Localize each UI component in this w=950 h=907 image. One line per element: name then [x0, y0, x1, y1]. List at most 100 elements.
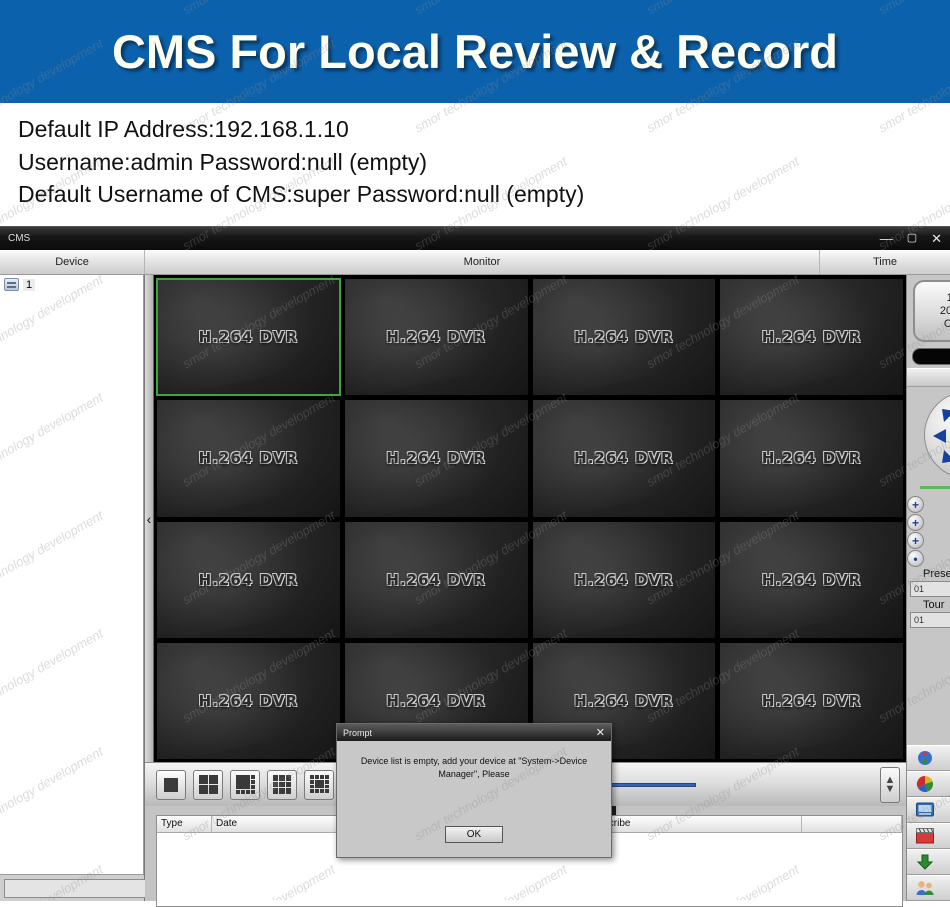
video-tile-label: H.264 DVR: [386, 692, 485, 710]
ptz-row-zoom: +Zoom−: [907, 496, 950, 513]
video-tile[interactable]: H.264 DVR: [156, 278, 341, 396]
cms-window: CMS — ▢ ✕ Device Monitor Time 1: [0, 226, 950, 900]
video-tile[interactable]: H.264 DVR: [344, 278, 529, 396]
menu-item-label: Advance: [941, 856, 950, 868]
info-block: Default IP Address:192.168.1.10 Username…: [0, 103, 950, 225]
preset-select[interactable]: 01: [910, 581, 950, 597]
tour-select[interactable]: 01: [910, 612, 950, 628]
video-tile[interactable]: H.264 DVR: [719, 399, 904, 517]
header-monitor: Monitor: [145, 250, 820, 274]
dialog-ok-button[interactable]: OK: [445, 826, 503, 843]
users-icon: [915, 879, 935, 897]
ptz-joystick[interactable]: [924, 391, 950, 479]
info-line-ip: Default IP Address:192.168.1.10: [18, 113, 950, 146]
page-title: CMS For Local Review & Record: [112, 24, 838, 79]
video-tile-label: H.264 DVR: [574, 692, 673, 710]
video-tile-label: H.264 DVR: [574, 449, 673, 467]
header-time: Time: [820, 250, 950, 274]
clock-box: 19:02:16 2017-12-08 CPU : 6%: [913, 280, 950, 342]
layout-4-button[interactable]: [193, 770, 223, 800]
header-device: Device: [0, 250, 145, 274]
section-header-bar: Device Monitor Time: [0, 250, 950, 275]
prompt-dialog: Prompt ✕ Device list is empty, add your …: [336, 723, 612, 858]
window-titlebar: CMS — ▢ ✕: [0, 227, 950, 250]
ptz-row-iris: +Iris−: [907, 532, 950, 549]
page-banner: CMS For Local Review & Record: [0, 0, 950, 103]
ptz-speed-filled: [920, 486, 950, 489]
video-tile[interactable]: H.264 DVR: [532, 521, 717, 639]
device-tree[interactable]: 1: [0, 275, 144, 875]
layout-13-button[interactable]: [304, 770, 334, 800]
preset-label: Preset: [909, 568, 950, 580]
dialog-close-icon[interactable]: ✕: [596, 726, 605, 739]
video-tile-label: H.264 DVR: [762, 692, 861, 710]
video-tile-label: H.264 DVR: [386, 571, 485, 589]
status-message-bar: [912, 348, 950, 365]
ptz-speed-slider[interactable]: [920, 484, 950, 491]
window-title: CMS: [0, 233, 30, 244]
ptz-row-focus: +Focus−: [907, 514, 950, 531]
menu-item-color[interactable]: Color: [907, 771, 950, 797]
log-column-header[interactable]: [802, 816, 902, 832]
close-icon[interactable]: ✕: [931, 232, 942, 245]
menu-item-label: System: [941, 804, 950, 816]
device-search-bar: [0, 875, 144, 901]
clapperboard-icon: [915, 827, 935, 845]
video-tile[interactable]: H.264 DVR: [156, 521, 341, 639]
iris-increase-button[interactable]: +: [907, 532, 924, 549]
video-tile[interactable]: H.264 DVR: [156, 399, 341, 517]
dialog-titlebar: Prompt ✕: [337, 724, 611, 741]
video-tile-label: H.264 DVR: [574, 328, 673, 346]
video-tile-label: H.264 DVR: [762, 328, 861, 346]
video-tile[interactable]: H.264 DVR: [719, 642, 904, 760]
video-tile[interactable]: H.264 DVR: [532, 278, 717, 396]
dialog-title: Prompt: [343, 728, 372, 738]
color-wheel-icon: [915, 775, 935, 793]
ptz-row-pan: •Pan•: [907, 550, 950, 567]
page-updown-button[interactable]: ▲ ▼: [880, 767, 900, 803]
maximize-icon[interactable]: ▢: [907, 233, 917, 244]
layout-6-button[interactable]: [230, 770, 260, 800]
video-tile[interactable]: H.264 DVR: [532, 399, 717, 517]
device-tree-node[interactable]: 1: [0, 275, 143, 294]
video-tile[interactable]: H.264 DVR: [344, 521, 529, 639]
tour-row: 01 ▶ ■ ▦: [907, 611, 950, 629]
video-tile[interactable]: H.264 DVR: [156, 642, 341, 760]
menu-item-ptz[interactable]: PTZ: [907, 745, 950, 771]
ptz-controls: +Zoom−+Focus−+Iris−•Pan• Preset 01 + − T…: [907, 387, 950, 630]
zoom-increase-button[interactable]: +: [907, 496, 924, 513]
minimize-icon[interactable]: —: [880, 232, 893, 245]
zoom-label: Zoom: [930, 499, 950, 511]
ptz-icon: [915, 749, 935, 767]
menu-item-logout[interactable]: LogOut: [907, 875, 950, 901]
pan-increase-button[interactable]: •: [907, 550, 924, 567]
video-tile-label: H.264 DVR: [199, 571, 298, 589]
video-tile[interactable]: H.264 DVR: [344, 399, 529, 517]
device-tree-node-label: 1: [23, 279, 35, 291]
layout-1-button[interactable]: [156, 770, 186, 800]
info-line-credentials: Username:admin Password:null (empty): [18, 146, 950, 179]
focus-increase-button[interactable]: +: [907, 514, 924, 531]
log-column-header[interactable]: Type: [157, 816, 212, 832]
preset-row: 01 + −: [907, 580, 950, 598]
ptz-upleft-icon: [942, 409, 950, 422]
video-tile-label: H.264 DVR: [199, 328, 298, 346]
focus-label: Focus: [930, 517, 950, 529]
video-tile[interactable]: H.264 DVR: [719, 278, 904, 396]
clock-time: 19:02:16: [947, 292, 950, 304]
log-column-header[interactable]: Date: [212, 816, 337, 832]
video-grid: H.264 DVRH.264 DVRH.264 DVRH.264 DVRH.26…: [145, 275, 906, 762]
search-input[interactable]: [4, 879, 154, 898]
system-icon: [915, 801, 935, 819]
collapse-left-button[interactable]: ‹: [145, 275, 154, 762]
pan-label: Pan: [930, 553, 950, 565]
menu-item-label: LogOut: [941, 882, 950, 894]
menu-item-system[interactable]: System: [907, 797, 950, 823]
menu-item-playback[interactable]: PlayBack: [907, 823, 950, 849]
arrow-down-icon: ▼: [885, 785, 896, 794]
iris-label: Iris: [930, 535, 950, 547]
log-column-header[interactable]: Describe: [587, 816, 802, 832]
video-tile[interactable]: H.264 DVR: [719, 521, 904, 639]
layout-9-button[interactable]: [267, 770, 297, 800]
menu-item-advance[interactable]: Advance: [907, 849, 950, 875]
